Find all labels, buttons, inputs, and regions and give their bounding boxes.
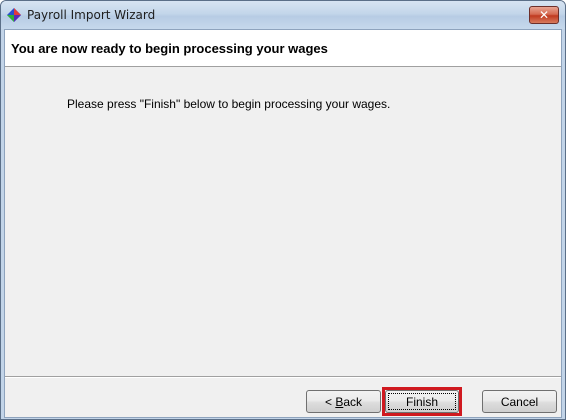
back-label-rest: ack bbox=[343, 394, 363, 409]
window-title: Payroll Import Wizard bbox=[27, 8, 156, 22]
page-title: You are now ready to begin processing yo… bbox=[11, 41, 328, 56]
back-prefix: < bbox=[324, 394, 336, 409]
finish-label: Finish bbox=[405, 394, 438, 409]
payroll-app-icon bbox=[7, 8, 21, 22]
title-bar[interactable]: Payroll Import Wizard ✕ bbox=[1, 1, 565, 29]
button-divider bbox=[5, 376, 561, 378]
cancel-button[interactable]: Cancel bbox=[482, 390, 557, 413]
back-accelerator: B bbox=[335, 394, 344, 409]
instruction-text: Please press "Finish" below to begin pro… bbox=[67, 97, 391, 111]
back-button[interactable]: < Back bbox=[306, 390, 381, 413]
wizard-header: You are now ready to begin processing yo… bbox=[5, 30, 561, 67]
wizard-client-area: You are now ready to begin processing yo… bbox=[4, 29, 562, 418]
wizard-window: Payroll Import Wizard ✕ You are now read… bbox=[0, 0, 566, 420]
close-icon: ✕ bbox=[538, 8, 550, 22]
cancel-label: Cancel bbox=[500, 394, 539, 409]
close-button[interactable]: ✕ bbox=[529, 6, 559, 24]
finish-button[interactable]: Finish bbox=[385, 390, 459, 413]
